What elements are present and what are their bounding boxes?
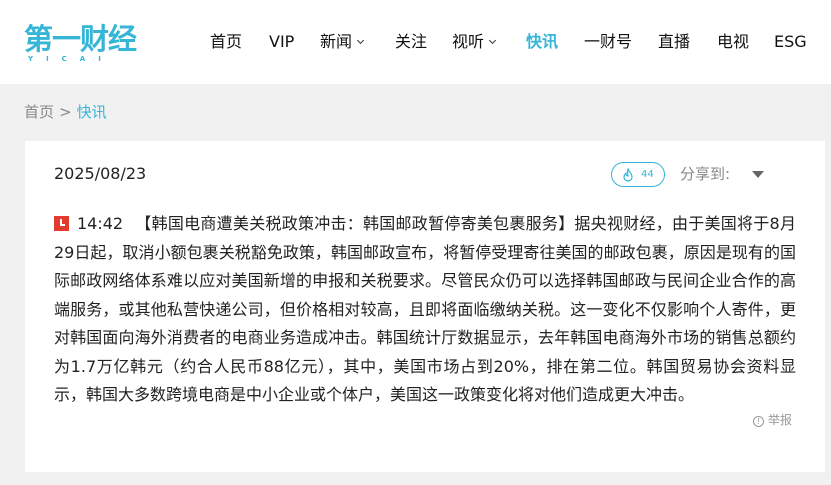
flame-icon [623,168,633,182]
flash-news-card: 2025/08/23 44 分享到: 14:42 【韩国电商遭美关税政策冲击：韩国… [25,141,825,472]
breadcrumb-home[interactable]: 首页 [24,103,54,121]
top-header: 第一财经 YICAI 首页 VIP 新闻 关注 视听 快讯 一财号 直播 电视 … [0,0,831,84]
nav-item-media[interactable]: 视听 [452,31,497,53]
nav-item-news[interactable]: 新闻 [320,31,365,53]
nav-item-home[interactable]: 首页 [210,31,242,53]
nav-item-tv[interactable]: 电视 [717,31,749,53]
info-icon: ! [753,416,764,427]
caret-down-icon[interactable] [752,171,764,178]
chevron-down-icon [488,36,497,45]
nav-item-yicaihao[interactable]: 一财号 [584,31,632,53]
nav-item-esg[interactable]: ESG [774,31,807,53]
nav-item-live[interactable]: 直播 [658,31,690,53]
clock-icon [54,216,69,231]
report-link[interactable]: ! 举报 [753,411,792,429]
news-time: 14:42 [77,214,124,233]
breadcrumb: 首页 > 快讯 [24,101,107,123]
nav-item-follow[interactable]: 关注 [395,31,427,53]
news-body: 【韩国电商遭美关税政策冲击：韩国邮政暂停寄美包裹服务】据央视财经，由于美国将于8… [54,214,796,404]
breadcrumb-separator: > [59,103,72,121]
share-label[interactable]: 分享到: [680,163,730,185]
like-count: 44 [641,169,654,180]
nav-item-vip[interactable]: VIP [269,31,294,53]
chevron-down-icon [356,36,365,45]
nav-item-flash[interactable]: 快讯 [526,31,558,53]
like-button[interactable]: 44 [611,162,665,187]
report-label: 举报 [768,413,793,427]
breadcrumb-current[interactable]: 快讯 [77,103,107,121]
news-content: 14:42 【韩国电商遭美关税政策冲击：韩国邮政暂停寄美包裹服务】据央视财经，由于… [54,210,796,410]
main-nav: 首页 VIP 新闻 关注 视听 快讯 一财号 直播 电视 ESG [0,0,831,84]
news-date: 2025/08/23 [54,164,147,183]
